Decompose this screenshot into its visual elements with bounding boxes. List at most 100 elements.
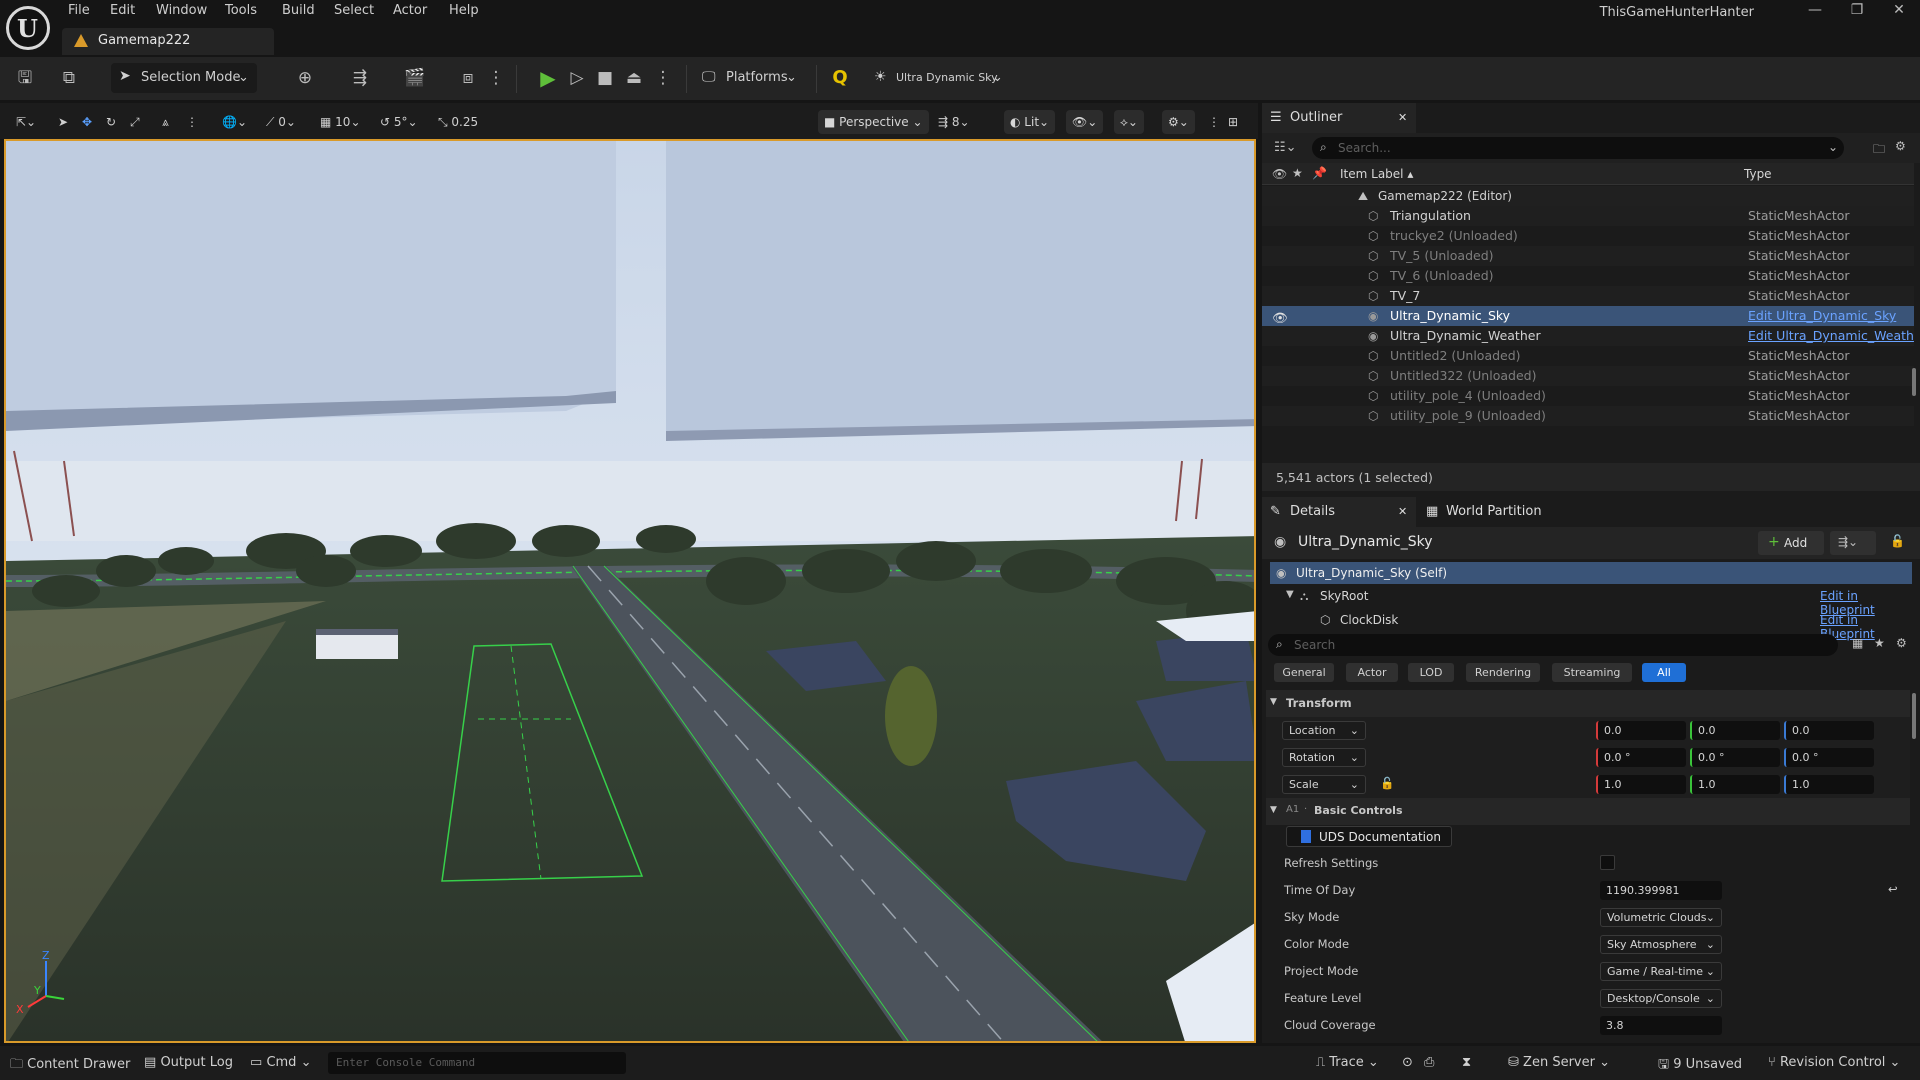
menu-build[interactable]: Build xyxy=(280,3,317,18)
close-icon[interactable]: ✕ xyxy=(1398,103,1407,133)
revision-control-dropdown[interactable]: ⑂ Revision Control ⌄ xyxy=(1768,1055,1900,1070)
outliner-scrollbar[interactable] xyxy=(1912,368,1916,396)
visibility-icon[interactable]: 👁 xyxy=(1272,167,1287,181)
component-row-self[interactable]: ◉ Ultra_Dynamic_Sky (Self) xyxy=(1270,562,1912,584)
eject-icon[interactable]: ⏏ xyxy=(622,66,646,90)
outliner-row[interactable]: ⬡ TV_7 StaticMeshActor xyxy=(1262,286,1914,306)
col-item-label[interactable]: Item Label ▴ xyxy=(1340,167,1413,181)
transform-header[interactable]: ▼ Transform xyxy=(1266,690,1910,717)
favorite-icon[interactable]: ★ xyxy=(1874,636,1885,650)
location-z-input[interactable]: 0.0 xyxy=(1784,721,1874,740)
component-row-skyroot[interactable]: ▼ ⛬ SkyRoot Edit in Blueprint xyxy=(1270,585,1912,617)
color-mode-dropdown[interactable]: Sky Atmosphere ⌄ xyxy=(1600,935,1722,954)
blueprint-options-button[interactable]: ⇶⌄ xyxy=(1830,531,1876,555)
outliner-root-row[interactable]: ⛰ Gamemap222 (Editor) xyxy=(1262,186,1914,206)
category-rendering[interactable]: Rendering xyxy=(1466,663,1540,682)
details-tab[interactable]: ✎ Details ✕ xyxy=(1262,497,1416,527)
cinematics-icon[interactable]: 🎬 xyxy=(403,66,427,90)
pin-icon[interactable]: 📌 xyxy=(1312,166,1327,180)
rotate-icon[interactable]: ↻ xyxy=(106,111,116,133)
performance-icon[interactable]: ⟡⌄ xyxy=(1114,110,1144,134)
level-tab[interactable]: Gamemap222 xyxy=(62,28,274,55)
filter-icon[interactable]: ☷⌄ xyxy=(1274,140,1297,155)
location-x-input[interactable]: 0.0 xyxy=(1596,721,1686,740)
unreal-logo[interactable]: U xyxy=(6,6,50,50)
cloud-coverage-input[interactable]: 3.8 xyxy=(1600,1016,1722,1035)
category-general[interactable]: General xyxy=(1274,663,1334,682)
basic-controls-header[interactable]: ▼ A1 · Basic Controls xyxy=(1266,798,1910,825)
more-icon[interactable]: ⋮ xyxy=(484,66,508,90)
outliner-row[interactable]: ⬡ utility_pole_9 (Unloaded) StaticMeshActo… xyxy=(1262,406,1914,426)
record-icon[interactable]: ⊙ xyxy=(1402,1055,1413,1070)
outliner-row[interactable]: ⬡ Untitled322 (Unloaded) StaticMeshActor xyxy=(1262,366,1914,386)
lit-dropdown[interactable]: ◐ Lit⌄ xyxy=(1004,110,1056,134)
category-all[interactable]: All xyxy=(1642,663,1686,682)
scale-icon[interactable]: ⤢ xyxy=(130,111,140,133)
trace-dropdown[interactable]: ⎍ Trace ⌄ xyxy=(1316,1055,1379,1070)
coordinate-space-icon[interactable]: 🌐⌄ xyxy=(222,111,247,133)
output-log-button[interactable]: ▤ Output Log xyxy=(144,1055,233,1070)
unsaved-button[interactable]: 🖫 9 Unsaved xyxy=(1658,1055,1742,1077)
step-icon[interactable]: ▷ xyxy=(565,66,589,90)
surface-snap-icon[interactable]: ⩓ xyxy=(162,111,169,133)
outliner-row[interactable]: ⬡ truckye2 (Unloaded) StaticMeshActor xyxy=(1262,226,1914,246)
close-window-icon[interactable]: ✕ xyxy=(1884,2,1914,22)
outliner-search-input[interactable]: ⌕ Search... ⌄ xyxy=(1312,137,1844,159)
location-dropdown[interactable]: Location ⌄ xyxy=(1282,721,1366,740)
play-options-icon[interactable]: ⋮ xyxy=(651,66,675,90)
console-command-input[interactable]: Enter Console Command xyxy=(328,1052,626,1074)
layout-icon[interactable]: ⊞ xyxy=(1228,111,1238,133)
menu-file[interactable]: File xyxy=(66,3,92,18)
add-folder-icon[interactable]: 🗀 xyxy=(1873,140,1885,161)
play-icon[interactable]: ▶ xyxy=(536,66,560,90)
move-icon[interactable]: ✥ xyxy=(82,111,92,133)
sky-preset-button[interactable]: ☀ Ultra Dynamic Sky ⌄ xyxy=(872,63,1012,93)
add-component-button[interactable]: + Add xyxy=(1758,531,1824,555)
details-search-input[interactable]: ⌕ Search xyxy=(1268,634,1838,656)
outliner-row[interactable]: ⬡ Triangulation StaticMeshActor xyxy=(1262,206,1914,226)
star-icon[interactable]: ★ xyxy=(1292,166,1303,180)
edit-blueprint-link[interactable]: Edit Ultra_Dynamic_Sky xyxy=(1748,306,1896,326)
modes-icon[interactable]: ⧈ xyxy=(456,66,480,90)
collapse-arrow-icon[interactable]: ▼ xyxy=(1286,589,1294,600)
table-view-icon[interactable]: ▦ xyxy=(1852,636,1863,650)
menu-tools[interactable]: Tools xyxy=(223,3,259,18)
outliner-row[interactable]: ⬡ Untitled2 (Unloaded) StaticMeshActor xyxy=(1262,346,1914,366)
world-partition-tab[interactable]: ▦ World Partition xyxy=(1420,497,1580,527)
refresh-settings-checkbox[interactable] xyxy=(1600,855,1615,870)
transform-tools-icon[interactable]: ⇱⌄ xyxy=(16,111,36,133)
show-flags-icon[interactable]: 👁⌄ xyxy=(1066,110,1104,134)
zen-server-dropdown[interactable]: ⛁ Zen Server ⌄ xyxy=(1508,1055,1610,1070)
rotation-dropdown[interactable]: Rotation ⌄ xyxy=(1282,748,1366,767)
grid-snap-toggle[interactable]: ▦ 10⌄ xyxy=(320,111,361,133)
details-scrollbar[interactable] xyxy=(1912,693,1916,739)
category-lod[interactable]: LOD xyxy=(1408,663,1454,682)
maximize-icon[interactable]: ❐ xyxy=(1842,2,1872,22)
screenshot-icon[interactable]: ⎙ xyxy=(1424,1055,1434,1070)
save-icon[interactable]: 🖫 xyxy=(13,66,37,90)
sky-mode-dropdown[interactable]: Volumetric Clouds ⌄ xyxy=(1600,908,1722,927)
settings-icon[interactable]: ⚙ xyxy=(1895,139,1906,153)
browse-icon[interactable]: ⧉ xyxy=(57,66,81,90)
location-y-input[interactable]: 0.0 xyxy=(1690,721,1780,740)
outliner-row[interactable]: ⬡ utility_pole_4 (Unloaded) StaticMeshActo… xyxy=(1262,386,1914,406)
hourglass-icon[interactable]: ⧗ xyxy=(1462,1055,1471,1070)
menu-window[interactable]: Window xyxy=(154,3,209,18)
rotation-x-input[interactable]: 0.0 ° xyxy=(1596,748,1686,767)
platforms-button[interactable]: 🖵 Platforms ⌄ xyxy=(700,63,800,93)
add-actor-icon[interactable]: ⊕ xyxy=(293,66,317,90)
feature-level-dropdown[interactable]: Desktop/Console ⌄ xyxy=(1600,989,1722,1008)
category-streaming[interactable]: Streaming xyxy=(1552,663,1632,682)
selection-mode-button[interactable]: ➤ Selection Mode ⌄ xyxy=(111,63,257,93)
perspective-dropdown[interactable]: ■ Perspective ⌄ xyxy=(818,110,929,134)
menu-select[interactable]: Select xyxy=(332,3,376,18)
uds-documentation-button[interactable]: UDS Documentation xyxy=(1286,826,1452,847)
outliner-row[interactable]: ⬡ TV_5 (Unloaded) StaticMeshActor xyxy=(1262,246,1914,266)
settings-icon[interactable]: ⚙ xyxy=(1896,636,1907,650)
project-mode-dropdown[interactable]: Game / Real-time ⌄ xyxy=(1600,962,1722,981)
rotation-z-input[interactable]: 0.0 ° xyxy=(1784,748,1874,767)
angle-snap-toggle[interactable]: ↺ 5°⌄ xyxy=(380,111,418,133)
content-drawer-button[interactable]: 🗀 Content Drawer xyxy=(10,1055,130,1077)
rotation-y-input[interactable]: 0.0 ° xyxy=(1690,748,1780,767)
outliner-tab[interactable]: ☰ Outliner ✕ xyxy=(1262,103,1416,133)
